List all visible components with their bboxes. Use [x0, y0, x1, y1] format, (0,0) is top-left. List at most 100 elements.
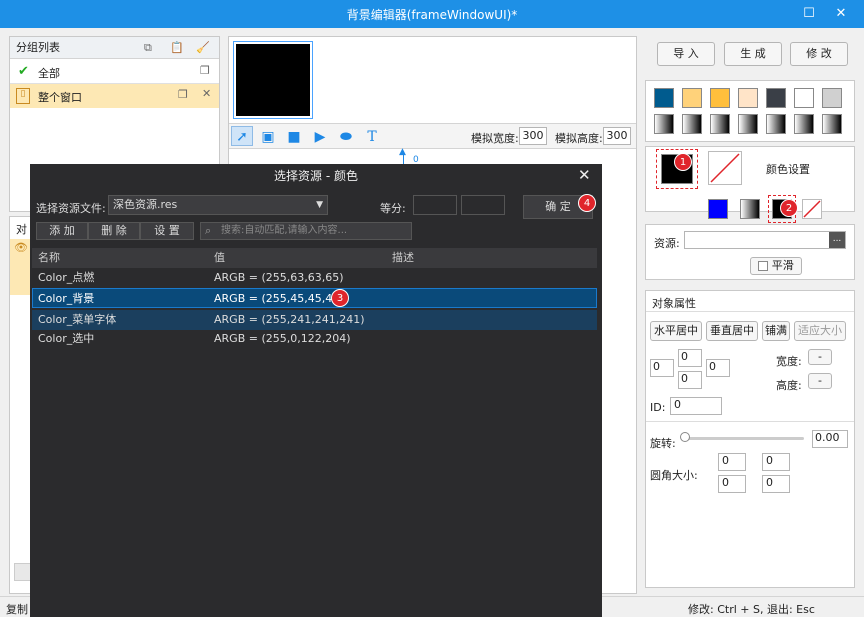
color-small-swatch[interactable] [708, 199, 728, 219]
smooth-checkbox[interactable]: 平滑 [750, 257, 802, 275]
color-swatch[interactable] [794, 88, 814, 108]
gradient-swatch[interactable] [710, 114, 730, 134]
rotate-slider-track[interactable] [682, 437, 804, 440]
text-tool-icon[interactable]: T [361, 127, 383, 147]
sim-width-input[interactable]: 300 [519, 127, 547, 145]
pos-top-input[interactable]: 0 [678, 349, 702, 367]
width-label: 宽度: [776, 355, 802, 368]
radius-tl-input[interactable]: 0 [718, 453, 746, 471]
settings-button[interactable]: 设 置 [140, 222, 194, 240]
select-tool-icon[interactable]: ➚ [231, 126, 253, 146]
object-list-title: 对 [16, 223, 27, 236]
color-swatch[interactable] [710, 88, 730, 108]
resource-input[interactable]: ... [684, 231, 846, 249]
v-center-button[interactable]: 垂直居中 [706, 321, 758, 341]
pos-bottom-input[interactable]: 0 [678, 371, 702, 389]
rotate-label: 旋转: [650, 437, 676, 450]
sim-height-input[interactable]: 300 [603, 127, 631, 145]
table-row[interactable]: Color_菜单字体 ARGB = (255,241,241,241) [32, 310, 597, 330]
delete-button[interactable]: 删 除 [88, 222, 140, 240]
sim-height-label: 模拟高度: [555, 132, 603, 145]
radius-tr-input[interactable]: 0 [762, 453, 790, 471]
remove-icon[interactable]: ✕ [202, 87, 211, 100]
import-button[interactable]: 导 入 [657, 42, 715, 66]
row-value: ARGB = (255,0,122,204) [214, 332, 351, 345]
file-select-value: 深色资源.res [113, 198, 178, 211]
rotate-input[interactable]: 0.00 [812, 430, 848, 448]
table-row[interactable]: Color_点燃 ARGB = (255,63,63,65) [32, 268, 597, 288]
width-value[interactable]: - [808, 349, 832, 365]
image-tool-icon[interactable]: ▣ [257, 127, 279, 147]
generate-button[interactable]: 生 成 [724, 42, 782, 66]
color-swatch[interactable] [682, 88, 702, 108]
object-row[interactable]: 👁 [10, 239, 32, 295]
check-icon: ✔ [18, 64, 29, 79]
rotate-slider-handle[interactable] [680, 432, 690, 442]
col-value: 值 [214, 251, 225, 264]
color-swatch[interactable] [738, 88, 758, 108]
fit-size-button[interactable]: 适应大小 [794, 321, 846, 341]
close-icon[interactable]: ✕ [830, 4, 852, 24]
height-value[interactable]: - [808, 373, 832, 389]
preview-thumb[interactable] [233, 41, 313, 119]
color-swatch[interactable] [766, 88, 786, 108]
table-row[interactable]: Color_背景 ARGB = (255,45,45,48) 3 [32, 288, 597, 308]
search-placeholder: 搜索:自动匹配,请输入内容... [221, 225, 348, 236]
id-label: ID: [650, 401, 666, 414]
gradient-swatch[interactable] [822, 114, 842, 134]
divider [646, 311, 854, 312]
file-select[interactable]: 深色资源.res ▼ [108, 195, 328, 215]
id-input[interactable]: 0 [670, 397, 722, 415]
pos-left-input[interactable]: 0 [650, 359, 674, 377]
clear-icon[interactable]: 🧹 [196, 37, 210, 59]
h-center-button[interactable]: 水平居中 [650, 321, 702, 341]
status-right: 修改: Ctrl + S, 退出: Esc [688, 603, 815, 616]
color-swatch[interactable] [654, 88, 674, 108]
copy-icon[interactable]: ❐ [200, 64, 210, 77]
eye-icon[interactable]: 👁 [14, 241, 28, 254]
row-name: Color_菜单字体 [38, 313, 117, 326]
add-button[interactable]: 添 加 [36, 222, 88, 240]
rect-tool-icon[interactable]: ■ [283, 127, 305, 147]
dialog-close-icon[interactable]: ✕ [578, 166, 591, 184]
fill-button[interactable]: 铺满 [762, 321, 790, 341]
color-swatch[interactable] [822, 88, 842, 108]
table-row[interactable]: Color_选中 ARGB = (255,0,122,204) [32, 329, 597, 349]
bg-color-swatch[interactable] [708, 151, 742, 185]
play-tool-icon[interactable]: ▶ [309, 127, 331, 147]
object-props-title: 对象属性 [652, 297, 696, 310]
radius-bl-input[interactable]: 0 [718, 475, 746, 493]
gradient-swatch[interactable] [654, 114, 674, 134]
badge-4: 4 [578, 194, 596, 212]
gradient-swatch[interactable] [682, 114, 702, 134]
gradient-small-swatch[interactable] [740, 199, 760, 219]
search-input[interactable]: ⌕ 搜索:自动匹配,请输入内容... [200, 222, 412, 240]
object-props-panel: 对象属性 水平居中 垂直居中 铺满 适应大小 0 0 0 0 宽度: - 高度:… [645, 290, 855, 588]
equal-label: 等分: [380, 202, 406, 215]
smooth-label: 平滑 [771, 259, 794, 272]
radius-label: 圆角大小: [650, 469, 698, 482]
equal-input-1[interactable] [413, 195, 457, 215]
gradient-swatch[interactable] [766, 114, 786, 134]
sim-width-label: 模拟宽度: [471, 132, 519, 145]
copy-icon[interactable]: ❐ [178, 88, 188, 101]
browse-button[interactable]: ... [829, 232, 845, 248]
gradient-swatch[interactable] [794, 114, 814, 134]
list-item[interactable]: ✔ 全部 ❐ [10, 60, 219, 84]
swatch-panel [645, 80, 855, 142]
maximize-icon[interactable]: ☐ [798, 4, 820, 24]
ruler-arrow-icon: ▲ [399, 147, 406, 157]
file-label: 选择资源文件: [36, 202, 106, 215]
list-item[interactable]: ▯ 整个窗口 ❐ ✕ [10, 84, 219, 108]
add-group-icon[interactable]: ⧉ [144, 37, 152, 59]
no-color-small-swatch[interactable] [802, 199, 822, 219]
resource-panel: 资源: ... 平滑 [645, 224, 855, 280]
gradient-swatch[interactable] [738, 114, 758, 134]
paste-icon[interactable]: 📋 [170, 37, 184, 59]
col-name: 名称 [38, 251, 60, 264]
pos-right-input[interactable]: 0 [706, 359, 730, 377]
modify-button[interactable]: 修 改 [790, 42, 848, 66]
ellipse-tool-icon[interactable]: ⬬ [335, 127, 357, 147]
equal-input-2[interactable] [461, 195, 505, 215]
radius-br-input[interactable]: 0 [762, 475, 790, 493]
